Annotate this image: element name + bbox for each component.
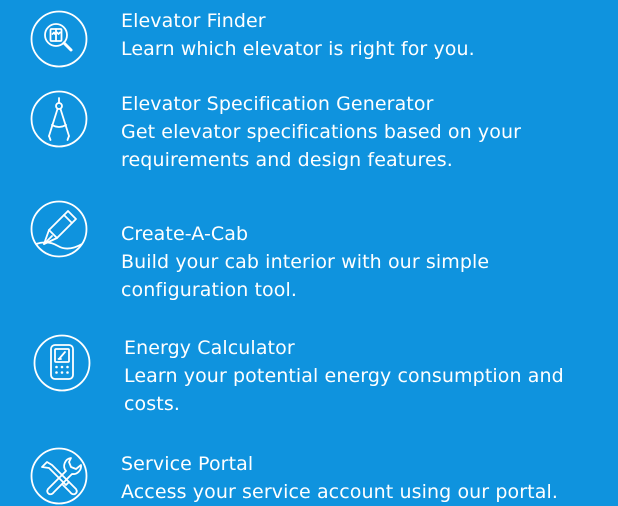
pen-nib-icon [30,200,88,258]
search-elevator-icon [30,10,88,68]
tool-energy-calculator[interactable]: Energy Calculator Learn your potential e… [0,320,618,430]
tool-description: Learn which elevator is right for you. [121,38,475,60]
tool-elevator-finder[interactable]: Elevator Finder Learn which elevator is … [0,0,618,80]
tool-description: Learn your potential energy consumption … [124,365,564,415]
tool-description: Get elevator specifications based on you… [121,121,522,171]
tool-title[interactable]: Create-A-Cab [121,220,541,248]
calculator-icon [33,334,91,392]
tool-description: Build your cab interior with our simple … [121,251,490,301]
tool-description: Access your service account using our po… [121,481,558,503]
tool-service-portal[interactable]: Service Portal Access your service accou… [0,430,618,505]
compass-icon [30,90,88,148]
tool-spec-generator[interactable]: Elevator Specification Generator Get ele… [0,80,618,190]
tool-create-a-cab[interactable]: Create-A-Cab Build your cab interior wit… [0,190,618,310]
tools-panel: { "tools": [ { "icon": "search-elevator-… [0,0,618,505]
tool-title[interactable]: Elevator Specification Generator [121,90,561,118]
tool-title[interactable]: Energy Calculator [124,334,564,362]
tool-title[interactable]: Service Portal [121,450,558,478]
wrench-screwdriver-icon [30,447,88,505]
tool-title[interactable]: Elevator Finder [121,7,475,35]
